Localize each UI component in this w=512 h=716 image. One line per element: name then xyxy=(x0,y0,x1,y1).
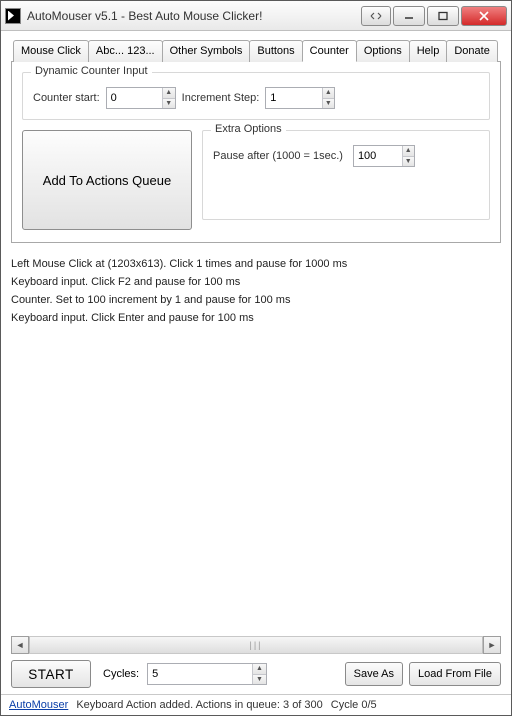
horizontal-scrollbar[interactable]: ◄ ||| ► xyxy=(11,636,501,654)
chevron-down-icon[interactable]: ▼ xyxy=(253,675,266,685)
increment-step-input[interactable] xyxy=(266,88,321,108)
tab-help[interactable]: Help xyxy=(409,40,448,62)
chevron-up-icon[interactable]: ▲ xyxy=(323,88,335,99)
window-title: AutoMouser v5.1 - Best Auto Mouse Clicke… xyxy=(27,9,361,23)
scroll-track[interactable]: ||| xyxy=(29,636,483,654)
action-row[interactable]: Keyboard input. Click F2 and pause for 1… xyxy=(11,273,501,291)
status-link[interactable]: AutoMouser xyxy=(9,699,68,711)
spinner-arrows[interactable]: ▲▼ xyxy=(162,88,175,108)
pause-after-input[interactable] xyxy=(354,146,402,166)
close-button[interactable] xyxy=(461,6,507,26)
spinner-arrows[interactable]: ▲▼ xyxy=(252,664,266,684)
cycles-spinner[interactable]: ▲▼ xyxy=(147,663,267,685)
client-area: Mouse Click Abc... 123... Other Symbols … xyxy=(1,31,511,694)
chevron-up-icon[interactable]: ▲ xyxy=(163,88,175,99)
spinner-arrows[interactable]: ▲▼ xyxy=(322,88,335,108)
tab-buttons[interactable]: Buttons xyxy=(249,40,302,62)
chevron-up-icon[interactable]: ▲ xyxy=(253,664,266,675)
chevron-down-icon[interactable]: ▼ xyxy=(323,99,335,109)
tab-options[interactable]: Options xyxy=(356,40,410,62)
status-message: Keyboard Action added. Actions in queue:… xyxy=(76,699,322,711)
tab-donate[interactable]: Donate xyxy=(446,40,497,62)
scroll-left-button[interactable]: ◄ xyxy=(11,636,29,654)
help-button[interactable] xyxy=(361,6,391,26)
counter-start-label: Counter start: xyxy=(33,92,100,104)
scroll-right-button[interactable]: ► xyxy=(483,636,501,654)
app-window: AutoMouser v5.1 - Best Auto Mouse Clicke… xyxy=(0,0,512,716)
action-row[interactable]: Keyboard input. Click Enter and pause fo… xyxy=(11,309,501,327)
extra-options-group: Extra Options Pause after (1000 = 1sec.)… xyxy=(202,130,490,220)
status-bar: AutoMouser Keyboard Action added. Action… xyxy=(1,694,511,715)
tab-abc-123[interactable]: Abc... 123... xyxy=(88,40,163,62)
chevron-down-icon[interactable]: ▼ xyxy=(403,157,414,167)
titlebar: AutoMouser v5.1 - Best Auto Mouse Clicke… xyxy=(1,1,511,31)
tab-mouse-click[interactable]: Mouse Click xyxy=(13,40,89,62)
spinner-arrows[interactable]: ▲▼ xyxy=(402,146,414,166)
increment-step-spinner[interactable]: ▲▼ xyxy=(265,87,335,109)
actions-queue-list[interactable]: Left Mouse Click at (1203x613). Click 1 … xyxy=(11,255,501,630)
bottom-bar: START Cycles: ▲▼ Save As Load From File xyxy=(11,660,501,694)
pause-after-spinner[interactable]: ▲▼ xyxy=(353,145,415,167)
load-from-file-button[interactable]: Load From File xyxy=(409,662,501,686)
pause-after-label: Pause after (1000 = 1sec.) xyxy=(213,150,343,162)
action-row[interactable]: Left Mouse Click at (1203x613). Click 1 … xyxy=(11,255,501,273)
cycles-group: Cycles: ▲▼ xyxy=(103,663,267,685)
tab-panel-counter: Dynamic Counter Input Counter start: ▲▼ … xyxy=(11,61,501,243)
minimize-button[interactable] xyxy=(393,6,425,26)
scroll-thumb[interactable]: ||| xyxy=(29,637,483,653)
tab-other-symbols[interactable]: Other Symbols xyxy=(162,40,251,62)
counter-start-input[interactable] xyxy=(107,88,162,108)
tab-counter[interactable]: Counter xyxy=(302,40,357,62)
extra-options-legend: Extra Options xyxy=(211,123,286,135)
increment-step-label: Increment Step: xyxy=(182,92,260,104)
window-buttons xyxy=(361,6,507,26)
chevron-up-icon[interactable]: ▲ xyxy=(403,146,414,157)
start-button[interactable]: START xyxy=(11,660,91,688)
maximize-button[interactable] xyxy=(427,6,459,26)
action-row[interactable]: Counter. Set to 100 increment by 1 and p… xyxy=(11,291,501,309)
save-as-button[interactable]: Save As xyxy=(345,662,403,686)
chevron-down-icon[interactable]: ▼ xyxy=(163,99,175,109)
app-icon xyxy=(5,8,21,24)
counter-start-spinner[interactable]: ▲▼ xyxy=(106,87,176,109)
tab-strip: Mouse Click Abc... 123... Other Symbols … xyxy=(13,39,501,61)
cycles-input[interactable] xyxy=(148,664,252,684)
dynamic-counter-legend: Dynamic Counter Input xyxy=(31,65,152,77)
dynamic-counter-group: Dynamic Counter Input Counter start: ▲▼ … xyxy=(22,72,490,120)
add-to-actions-queue-button[interactable]: Add To Actions Queue xyxy=(22,130,192,230)
status-cycle: Cycle 0/5 xyxy=(331,699,377,711)
cycles-label: Cycles: xyxy=(103,668,139,680)
